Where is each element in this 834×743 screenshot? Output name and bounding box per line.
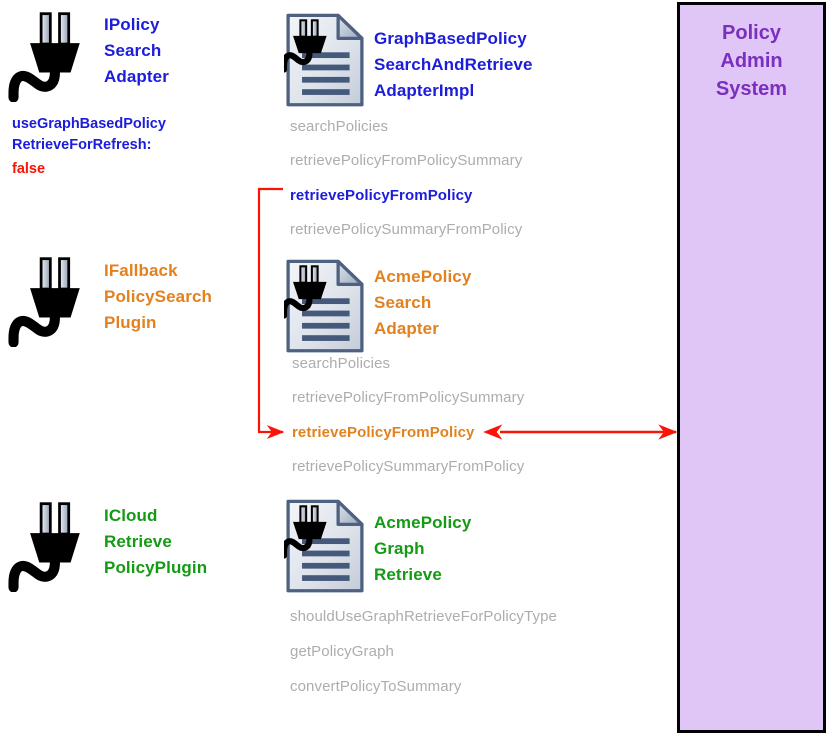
policy-admin-system-label: Policy Admin System (715, 22, 788, 100)
method-retrieve-policy-summary-from-policy-graph-based[interactable]: retrievePolicySummaryFromPolicy (290, 221, 522, 238)
method-search-policies-graph-based[interactable]: searchPolicies (290, 118, 388, 135)
method-retrieve-policy-from-policy-summary-graph-based[interactable]: retrievePolicyFromPolicySummary (290, 152, 522, 169)
method-retrieve-policy-from-policy-summary-acme[interactable]: retrievePolicyFromPolicySummary (292, 389, 524, 406)
method-search-policies-acme[interactable]: searchPolicies (292, 355, 390, 372)
policy-admin-system-box[interactable]: Policy Admin System (677, 2, 826, 733)
property-label-use-graph-based-policy-retrieve-for-refresh: useGraphBasedPolicy RetrieveForRefresh: (12, 116, 166, 153)
plug-icon-ifallback-policy-search-plugin (8, 251, 100, 351)
interface-label-ifallback-policy-search-plugin: IFallback PolicySearch Plugin (104, 261, 212, 332)
method-retrieve-policy-from-policy-acme[interactable]: retrievePolicyFromPolicy (292, 424, 474, 441)
document-plug-icon-acme-policy-search-adapter (284, 258, 366, 355)
document-plug-icon-graph-based-policy-search-and-retrieve-adapter-impl (284, 12, 366, 109)
plug-icon-ipolicy-search-adapter (8, 6, 100, 106)
class-label-acme-policy-search-adapter: AcmePolicy Search Adapter (374, 267, 472, 338)
property-value-use-graph-based-policy-retrieve-for-refresh: false (12, 161, 46, 177)
class-label-acme-policy-graph-retrieve: AcmePolicy Graph Retrieve (374, 513, 472, 584)
delegation-connector (257, 187, 285, 440)
method-retrieve-policy-summary-from-policy-acme[interactable]: retrievePolicySummaryFromPolicy (292, 458, 524, 475)
interface-label-icloud-retrieve-policy-plugin: ICloud Retrieve PolicyPlugin (104, 506, 208, 577)
method-retrieve-policy-from-policy-graph-based[interactable]: retrievePolicyFromPolicy (290, 187, 472, 204)
document-plug-icon-acme-policy-graph-retrieve (284, 498, 366, 595)
interface-label-ipolicy-search-adapter: IPolicy Search Adapter (104, 15, 169, 86)
method-get-policy-graph[interactable]: getPolicyGraph (290, 643, 394, 660)
method-should-use-graph-retrieve-for-policy-type[interactable]: shouldUseGraphRetrieveForPolicyType (290, 608, 557, 625)
class-label-graph-based-policy-search-and-retrieve-adapter-impl: GraphBasedPolicy SearchAndRetrieve Adapt… (374, 29, 533, 100)
plug-icon-icloud-retrieve-policy-plugin (8, 496, 100, 596)
method-convert-policy-to-summary[interactable]: convertPolicyToSummary (290, 678, 461, 695)
